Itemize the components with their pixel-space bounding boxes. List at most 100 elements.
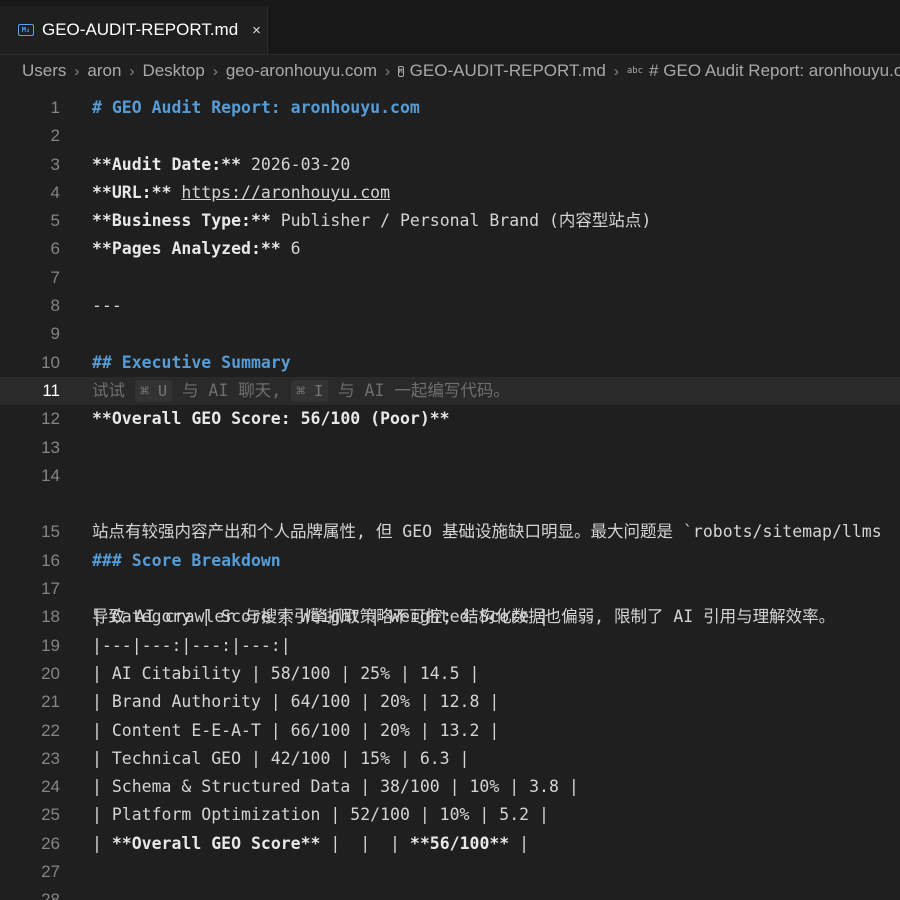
chevron-right-icon: ›: [74, 62, 80, 80]
editor-line: 25 | Platform Optimization | 52/100 | 10…: [0, 801, 900, 829]
line-number: 2: [50, 126, 60, 146]
line-number: 23: [41, 748, 60, 768]
line-number: 3: [50, 154, 60, 174]
line-number: 17: [41, 579, 60, 599]
editor-line: 19 |---|---:|---:|---:|: [0, 632, 900, 660]
line-number: 27: [41, 862, 60, 882]
editor-line: 18 | Category | Score | Weight | Weighte…: [0, 603, 900, 631]
line-number: 24: [41, 777, 60, 797]
bold-text: **56/100**: [409, 833, 510, 853]
line-number: 7: [50, 267, 60, 287]
heading-line: # GEO Audit Report: aronhouyu.com: [92, 98, 420, 117]
line-number: 11: [42, 380, 60, 400]
horizontal-rule: ---: [92, 296, 122, 316]
heading-line: ## Executive Summary: [92, 352, 291, 372]
tab-geo-audit-report[interactable]: M↓ GEO-AUDIT-REPORT.md ×: [0, 6, 268, 54]
editor-line: 23 | Technical GEO | 42/100 | 15% | 6.3 …: [0, 745, 900, 773]
editor-line: 5 **Business Type:** Publisher / Persona…: [0, 207, 900, 235]
line-number: 25: [41, 805, 60, 825]
chevron-right-icon: ›: [212, 62, 218, 80]
editor-line: 7: [0, 264, 900, 292]
plain-text: 6: [280, 239, 301, 259]
editor-line: 28: [0, 886, 900, 900]
line-number: 8: [50, 296, 60, 316]
editor-line: 22 | Content E-E-A-T | 66/100 | 20% | 13…: [0, 717, 900, 745]
breadcrumb-file[interactable]: GEO-AUDIT-REPORT.md: [410, 61, 606, 81]
plain-text: 2026-03-20: [241, 154, 351, 174]
current-line: 11 试试 ⌘ U 与 AI 聊天, ⌘ I 与 AI 一起编写代码。: [0, 376, 900, 406]
editor-line: 12 **Overall GEO Score: 56/100 (Poor)**: [0, 405, 900, 433]
line-number: 28: [41, 890, 60, 900]
line-number: 18: [41, 607, 60, 627]
line-number: 4: [50, 182, 60, 202]
bold-text: **Pages Analyzed:**: [92, 239, 281, 259]
overall-score-line: **Overall GEO Score: 56/100 (Poor)**: [92, 409, 450, 429]
breadcrumb-users[interactable]: Users: [22, 61, 66, 81]
line-number: 14: [41, 465, 60, 485]
plain-text: Publisher / Personal Brand (内容型站点): [270, 211, 652, 231]
shortcut-chat: ⌘ U: [134, 379, 173, 402]
tab-label: GEO-AUDIT-REPORT.md: [42, 20, 239, 39]
bold-text: **Business Type:**: [92, 211, 271, 231]
line-number: 13: [41, 437, 60, 457]
editor-line: 6 **Pages Analyzed:** 6: [0, 235, 900, 263]
hint-text: 与 AI 聊天,: [172, 380, 292, 400]
close-icon[interactable]: ×: [252, 22, 261, 39]
editor-line: 16 ### Score Breakdown: [0, 547, 900, 575]
editor-line: 20 | AI Citability | 58/100 | 25% | 14.5…: [0, 660, 900, 688]
line-number: 9: [50, 324, 60, 344]
code-text: **Audit Date:** 2026-03-20: [92, 151, 350, 179]
editor-line: 13: [0, 434, 900, 462]
bold-text: **URL:**: [92, 182, 172, 202]
markdown-icon: M↓: [18, 24, 34, 36]
table-row: | Platform Optimization | 52/100 | 10% |…: [92, 805, 549, 825]
editor-line: 10 ## Executive Summary: [0, 349, 900, 377]
bold-text: **Audit Date:**: [92, 154, 242, 174]
chevron-right-icon: ›: [613, 62, 619, 80]
plain-text: | | |: [320, 833, 410, 853]
editor-line: 4 **URL:** https://aronhouyu.com: [0, 179, 900, 207]
chevron-right-icon: ›: [129, 62, 135, 80]
editor-line: 27: [0, 858, 900, 886]
code-text: **Business Type:** Publisher / Personal …: [92, 207, 651, 235]
breadcrumb-desktop[interactable]: Desktop: [142, 61, 204, 81]
breadcrumb: Users › aron › Desktop › geo-aronhouyu.c…: [0, 54, 900, 88]
table-total-row: | **Overall GEO Score** | | | **56/100**…: [92, 830, 529, 858]
line-number: 15: [41, 522, 60, 542]
code-text: **Pages Analyzed:** 6: [92, 235, 301, 263]
line-number: 16: [41, 550, 60, 570]
line-number: 22: [41, 720, 60, 740]
hint-text: 试试: [92, 380, 135, 400]
editor-line: 26 | **Overall GEO Score** | | | **56/10…: [0, 830, 900, 858]
url-link[interactable]: https://aronhouyu.com: [181, 183, 390, 202]
breadcrumb-aron[interactable]: aron: [87, 61, 121, 81]
editor-line: 24 | Schema & Structured Data | 38/100 |…: [0, 773, 900, 801]
bold-text: **Overall GEO Score**: [111, 833, 321, 853]
table-row: | Schema & Structured Data | 38/100 | 10…: [92, 777, 579, 797]
plain-text: [171, 183, 181, 202]
line-number: 6: [50, 239, 60, 259]
breadcrumb-folder[interactable]: geo-aronhouyu.com: [226, 61, 377, 81]
editor-line: 15: [0, 518, 900, 546]
editor-line: 1 # GEO Audit Report: aronhouyu.com: [0, 94, 900, 122]
line-number: 10: [41, 352, 60, 372]
ai-hint: 试试 ⌘ U 与 AI 聊天, ⌘ I 与 AI 一起编写代码。: [92, 377, 510, 405]
markdown-icon: M: [398, 65, 404, 77]
editor-line: 14 站点有较强内容产出和个人品牌属性, 但 GEO 基础设施缺口明显。最大问题…: [0, 462, 900, 626]
symbol-string-icon: abc: [626, 66, 644, 76]
editor-line: 9: [0, 320, 900, 348]
chevron-right-icon: ›: [385, 62, 391, 80]
plain-text: |: [92, 833, 112, 853]
line-number: 5: [50, 211, 60, 231]
table-row: | AI Citability | 58/100 | 25% | 14.5 |: [92, 663, 480, 683]
line-number: 20: [41, 663, 60, 683]
editor-line: 2: [0, 122, 900, 150]
line-number: 12: [41, 409, 60, 429]
table-row: | Technical GEO | 42/100 | 15% | 6.3 |: [92, 748, 470, 768]
table-row: | Content E-E-A-T | 66/100 | 20% | 13.2 …: [92, 720, 500, 740]
line-number: 26: [41, 833, 60, 853]
editor[interactable]: 1 # GEO Audit Report: aronhouyu.com 2 3 …: [0, 94, 900, 900]
breadcrumb-symbol[interactable]: # GEO Audit Report: aronhouyu.com: [649, 61, 900, 81]
plain-text: |: [509, 833, 530, 853]
shortcut-edit: ⌘ I: [291, 379, 329, 402]
